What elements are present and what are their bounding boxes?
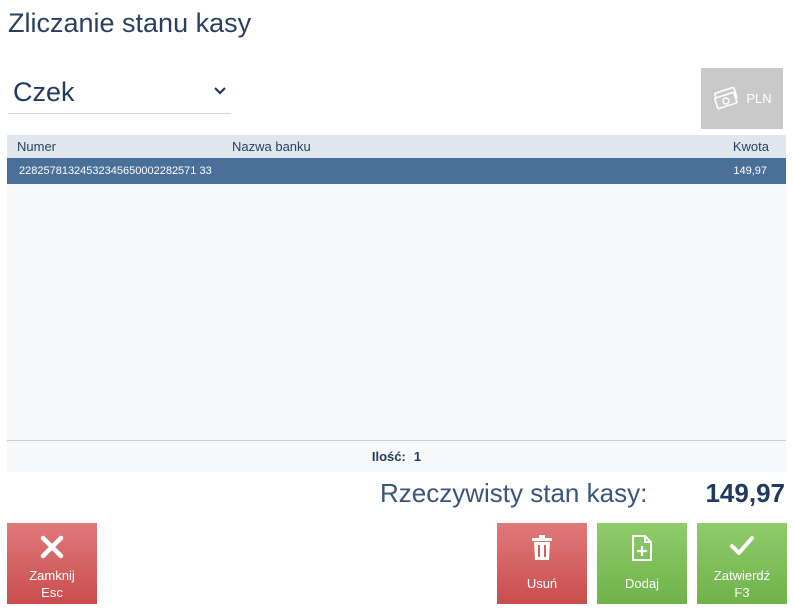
page-title: Zliczanie stanu kasy	[8, 8, 252, 38]
column-header-number[interactable]: Numer	[17, 139, 56, 154]
table-row[interactable]: 22825781324532345650002282571 33 149,97	[7, 158, 786, 184]
count-value: 1	[413, 449, 422, 464]
payment-type-value: Czek	[13, 77, 75, 107]
delete-button[interactable]: Usuń	[497, 523, 587, 604]
close-button[interactable]: Zamknij Esc	[7, 523, 97, 604]
add-button[interactable]: Dodaj	[597, 523, 687, 604]
close-button-label: Zamknij Esc	[29, 568, 75, 600]
currency-button[interactable]: PLN	[701, 68, 783, 129]
add-document-icon	[632, 535, 652, 561]
cell-amount: 149,97	[733, 165, 767, 177]
trash-icon	[532, 535, 552, 560]
delete-button-label: Usuń	[526, 576, 558, 591]
cell-number: 22825781324532345650002282571 33	[19, 165, 212, 177]
money-icon	[714, 86, 738, 109]
checks-grid: Numer Nazwa banku Kwota 2282578132453234…	[7, 135, 786, 472]
count-label: Ilość:	[371, 449, 406, 464]
payment-type-dropdown[interactable]: Czek	[8, 72, 231, 114]
grid-header: Numer Nazwa banku Kwota	[7, 135, 786, 158]
checkmark-icon	[730, 536, 754, 555]
confirm-button-label: Zatwierdź F3	[713, 568, 771, 600]
total-value: 149,97	[705, 478, 785, 508]
total-label: Rzeczywisty stan kasy:	[380, 478, 648, 508]
confirm-button[interactable]: Zatwierdź F3	[697, 523, 787, 604]
column-header-amount[interactable]: Kwota	[733, 139, 769, 154]
grid-footer: Ilość: 1	[7, 440, 786, 472]
close-icon	[40, 535, 64, 559]
column-header-bank[interactable]: Nazwa banku	[232, 139, 311, 154]
add-button-label: Dodaj	[625, 576, 659, 591]
chevron-down-icon	[214, 87, 226, 95]
currency-label: PLN	[746, 91, 772, 106]
